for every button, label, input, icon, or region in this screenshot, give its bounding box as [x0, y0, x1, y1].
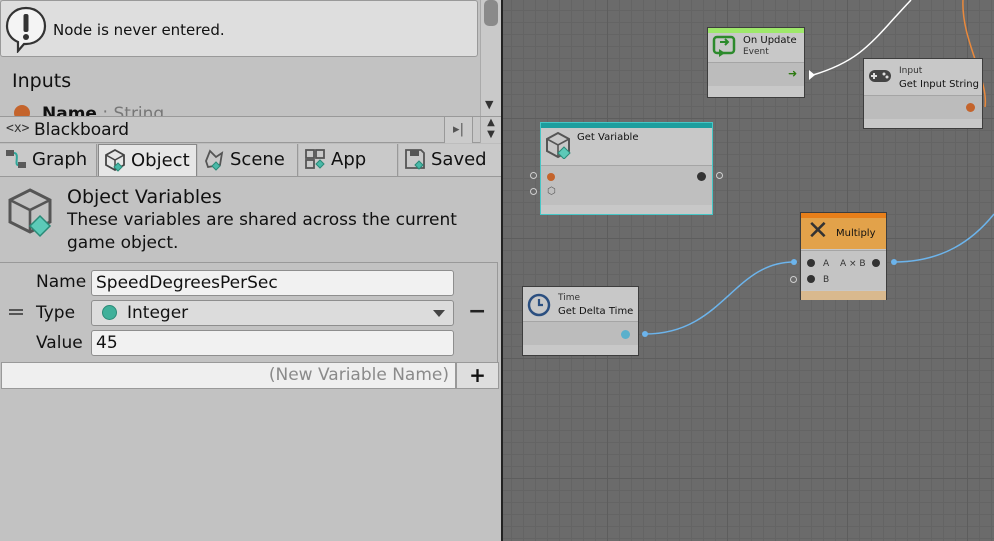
variable-type-dropdown[interactable]: Integer [91, 300, 454, 326]
node-body [864, 95, 982, 119]
value-output-port[interactable] [697, 172, 706, 181]
node-on-update[interactable]: On Update Event ➜ [707, 27, 805, 98]
object-icon [105, 148, 125, 172]
node-title: Get Input String [899, 79, 979, 90]
output-connector-ring[interactable] [716, 172, 723, 179]
tab-label: Object [131, 150, 190, 171]
node-header-accent [541, 123, 712, 128]
tab-app[interactable]: App [299, 144, 398, 176]
tab-label: Saved [431, 149, 487, 170]
node-category: Input [899, 66, 923, 76]
input-connector-ring[interactable] [790, 276, 797, 283]
input-name: Name [42, 104, 97, 116]
node-title: On Update [743, 35, 797, 46]
delta-time-output-port[interactable] [621, 330, 630, 339]
name-label: Name [36, 272, 87, 292]
left-panel: Node is never entered. Inputs Name : Str… [0, 0, 501, 541]
scope-description: These variables are shared across the cu… [67, 210, 457, 253]
port-a[interactable] [807, 259, 815, 267]
object-input-icon[interactable]: ⬡ [547, 186, 556, 197]
node-title: Multiply [836, 228, 876, 239]
node-get-delta-time[interactable]: Time Get Delta Time [522, 286, 639, 356]
add-variable-button[interactable]: + [456, 362, 499, 389]
value-label: Value [36, 333, 83, 353]
scope-title: Object Variables [67, 186, 222, 208]
graph-canvas[interactable]: On Update Event ➜ Input Get Input String… [503, 0, 994, 541]
float-wire-delta [644, 261, 795, 335]
integer-type-icon [102, 305, 117, 320]
node-get-input-string[interactable]: Input Get Input String [863, 58, 983, 129]
new-variable-name-input[interactable]: (New Variable Name) [1, 362, 456, 389]
tab-scene[interactable]: Scene [198, 144, 298, 176]
blackboard-tabs: Graph Object Scene App Saved [0, 143, 501, 177]
input-connector-ring[interactable] [530, 188, 537, 195]
variable-icon: <x> [6, 121, 30, 136]
node-header-accent [708, 28, 804, 33]
type-label: Type [36, 303, 76, 323]
output-label: A × B [840, 259, 866, 269]
node-body [523, 321, 638, 345]
node-body: ⬡ [541, 165, 712, 205]
scroll-down-arrow-icon[interactable]: ▼ [485, 98, 493, 111]
port-b-label: B [823, 275, 830, 285]
update-loop-icon [712, 35, 736, 57]
scrollbar-thumb[interactable] [484, 0, 498, 26]
input-connector-ring[interactable] [530, 172, 537, 179]
port-b[interactable] [807, 275, 815, 283]
node-footer [801, 291, 886, 300]
warning-text: Node is never entered. [53, 21, 225, 39]
flow-out-arrow-icon[interactable]: ➜ [788, 67, 797, 80]
tab-label: Scene [230, 149, 285, 170]
port-a-label: A [823, 259, 830, 269]
graph-icon [6, 150, 26, 168]
node-category: Event [743, 47, 769, 57]
input-type: : String [102, 104, 165, 116]
saved-icon [405, 149, 425, 170]
multiply-icon: ✕ [807, 216, 829, 246]
tab-label: App [331, 149, 367, 170]
app-icon [305, 149, 325, 169]
tab-label: Graph [32, 149, 88, 170]
node-title: Get Variable [577, 132, 639, 143]
blackboard-header: <x> Blackboard ▸| ▲ ▼ [0, 116, 501, 143]
variable-card: Name SpeedDegreesPerSec Type Integer Val… [0, 262, 498, 362]
scope-header: Object Variables These variables are sha… [0, 178, 501, 262]
name-input-port[interactable] [547, 173, 555, 181]
node-body: ➜ [708, 62, 804, 86]
type-value: Integer [127, 303, 189, 323]
node-title: Get Delta Time [558, 306, 634, 317]
warning-icon [5, 6, 47, 53]
tab-saved[interactable]: Saved [399, 144, 501, 176]
inputs-title: Inputs [12, 70, 72, 92]
clock-icon [527, 293, 551, 317]
drag-handle-icon[interactable] [9, 309, 23, 315]
gamepad-icon [869, 70, 891, 82]
remove-variable-button[interactable]: − [468, 299, 486, 324]
collapse-panel-icon[interactable]: ▸| [444, 117, 473, 143]
variable-name-field[interactable]: SpeedDegreesPerSec [91, 270, 454, 296]
warning-box: Node is never entered. [0, 0, 478, 57]
node-body: A A × B B [801, 250, 886, 290]
object-variable-icon [546, 131, 571, 159]
node-get-variable[interactable]: Get Variable ⬡ [540, 122, 713, 215]
tab-graph[interactable]: Graph [0, 144, 97, 176]
input-row: Name : String [14, 104, 164, 116]
variable-value-field[interactable]: 45 [91, 330, 454, 356]
float-wire-out [893, 213, 994, 263]
scene-icon [205, 149, 224, 171]
inspector-scrollbar[interactable]: ▼ [480, 0, 501, 116]
node-multiply[interactable]: ✕ Multiply A A × B B [800, 212, 887, 300]
object-variables-icon [8, 188, 52, 238]
output-port[interactable] [872, 259, 880, 267]
inspector-area: Node is never entered. Inputs Name : Str… [0, 0, 480, 116]
blackboard-title: Blackboard [34, 120, 130, 140]
scroll-arrows[interactable]: ▲ ▼ [480, 117, 501, 143]
output-port[interactable] [966, 103, 975, 112]
tab-object[interactable]: Object [98, 144, 197, 176]
string-port-dot [14, 105, 30, 116]
chevron-down-icon [433, 310, 445, 317]
node-category: Time [558, 293, 581, 303]
